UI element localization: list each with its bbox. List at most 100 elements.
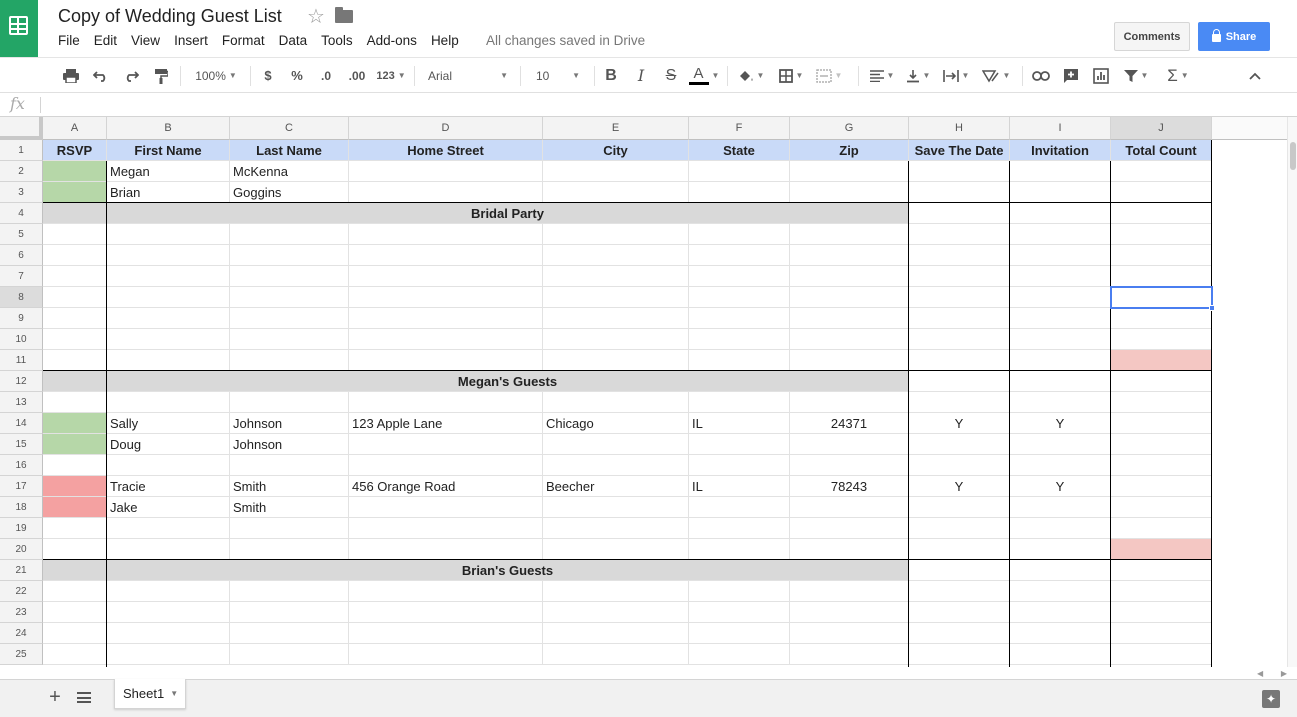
- table-cell[interactable]: [43, 287, 107, 308]
- table-cell[interactable]: [43, 434, 107, 455]
- table-cell[interactable]: [1111, 350, 1212, 371]
- table-cell[interactable]: [689, 161, 790, 182]
- row-header-25[interactable]: 25: [0, 644, 43, 665]
- column-title-i[interactable]: Invitation: [1010, 140, 1111, 161]
- table-cell[interactable]: [1111, 518, 1212, 539]
- decrease-decimal-button[interactable]: .0: [314, 58, 338, 93]
- strikethrough-button[interactable]: S: [661, 58, 681, 93]
- table-cell[interactable]: [1111, 476, 1212, 497]
- table-cell[interactable]: [689, 350, 790, 371]
- table-cell[interactable]: [43, 245, 107, 266]
- table-cell[interactable]: [909, 392, 1010, 413]
- table-cell[interactable]: [43, 476, 107, 497]
- table-cell[interactable]: [43, 497, 107, 518]
- table-cell[interactable]: [43, 308, 107, 329]
- italic-button[interactable]: I: [631, 58, 651, 93]
- table-cell[interactable]: Chicago: [543, 413, 689, 434]
- table-cell[interactable]: [790, 518, 909, 539]
- table-cell[interactable]: [1111, 602, 1212, 623]
- menu-file[interactable]: File: [58, 33, 80, 48]
- table-cell[interactable]: [543, 434, 689, 455]
- row-header-24[interactable]: 24: [0, 623, 43, 644]
- table-cell[interactable]: [543, 245, 689, 266]
- table-cell[interactable]: [909, 434, 1010, 455]
- row-header-21[interactable]: 21: [0, 560, 43, 581]
- table-cell[interactable]: [909, 308, 1010, 329]
- table-cell[interactable]: Johnson: [230, 413, 349, 434]
- row-header-19[interactable]: 19: [0, 518, 43, 539]
- insert-link-button[interactable]: [1030, 58, 1052, 93]
- column-header-a[interactable]: A: [43, 117, 107, 140]
- scrollbar-thumb[interactable]: [1290, 142, 1296, 170]
- table-cell[interactable]: [790, 224, 909, 245]
- table-cell[interactable]: Smith: [230, 476, 349, 497]
- table-cell[interactable]: [1010, 581, 1111, 602]
- table-cell[interactable]: [543, 287, 689, 308]
- menu-add-ons[interactable]: Add-ons: [367, 33, 417, 48]
- table-cell[interactable]: [1010, 560, 1111, 581]
- column-title-d[interactable]: Home Street: [349, 140, 543, 161]
- insert-comment-button[interactable]: [1060, 58, 1082, 93]
- row-header-13[interactable]: 13: [0, 392, 43, 413]
- star-icon[interactable]: ☆: [307, 4, 325, 29]
- table-cell[interactable]: [349, 392, 543, 413]
- table-cell[interactable]: [349, 245, 543, 266]
- redo-icon[interactable]: [120, 58, 142, 93]
- table-cell[interactable]: Y: [909, 413, 1010, 434]
- column-title-f[interactable]: State: [689, 140, 790, 161]
- table-cell[interactable]: [230, 245, 349, 266]
- table-cell[interactable]: Sally: [107, 413, 230, 434]
- table-cell[interactable]: [1111, 413, 1212, 434]
- table-cell[interactable]: [349, 623, 543, 644]
- borders-button[interactable]: ▼: [775, 58, 807, 93]
- scroll-left-icon[interactable]: ◀: [1257, 669, 1263, 679]
- horizontal-scroll-arrows[interactable]: ◀ ▶: [1257, 669, 1287, 679]
- zoom-select[interactable]: 100% ▼: [188, 58, 244, 93]
- row-header-7[interactable]: 7: [0, 266, 43, 287]
- table-cell[interactable]: [790, 161, 909, 182]
- row-header-1[interactable]: 1: [0, 140, 43, 161]
- column-header-d[interactable]: D: [349, 117, 543, 140]
- table-cell[interactable]: [790, 287, 909, 308]
- column-header-i[interactable]: I: [1010, 117, 1111, 140]
- formula-bar[interactable]: fx: [0, 93, 1297, 117]
- table-cell[interactable]: [349, 581, 543, 602]
- column-title-j[interactable]: Total Count: [1111, 140, 1212, 161]
- table-cell[interactable]: [1111, 161, 1212, 182]
- table-cell[interactable]: [107, 245, 230, 266]
- section-header[interactable]: Megan's Guests: [107, 371, 909, 392]
- text-rotation-button[interactable]: ▼: [978, 58, 1014, 93]
- table-cell[interactable]: [43, 623, 107, 644]
- table-cell[interactable]: 456 Orange Road: [349, 476, 543, 497]
- table-cell[interactable]: [230, 266, 349, 287]
- font-size-select[interactable]: 10 ▼: [530, 58, 586, 93]
- table-cell[interactable]: [107, 623, 230, 644]
- table-cell[interactable]: [1010, 182, 1111, 203]
- table-cell[interactable]: [1010, 434, 1111, 455]
- table-cell[interactable]: [790, 245, 909, 266]
- table-cell[interactable]: [107, 518, 230, 539]
- table-cell[interactable]: 78243: [790, 476, 909, 497]
- table-cell[interactable]: [909, 644, 1010, 665]
- table-cell[interactable]: [43, 455, 107, 476]
- section-header[interactable]: Bridal Party: [107, 203, 909, 224]
- table-cell[interactable]: [1111, 371, 1212, 392]
- table-cell[interactable]: Smith: [230, 497, 349, 518]
- row-header-2[interactable]: 2: [0, 161, 43, 182]
- select-all-corner[interactable]: [0, 117, 43, 140]
- table-cell[interactable]: [1010, 518, 1111, 539]
- table-cell[interactable]: [689, 224, 790, 245]
- table-cell[interactable]: Jake: [107, 497, 230, 518]
- table-cell[interactable]: [909, 245, 1010, 266]
- column-title-a[interactable]: RSVP: [43, 140, 107, 161]
- bold-button[interactable]: B: [601, 58, 621, 93]
- table-cell[interactable]: [107, 455, 230, 476]
- table-cell[interactable]: [1010, 455, 1111, 476]
- table-cell[interactable]: [349, 539, 543, 560]
- column-header-g[interactable]: G: [790, 117, 909, 140]
- table-cell[interactable]: [543, 623, 689, 644]
- table-cell[interactable]: [543, 329, 689, 350]
- table-cell[interactable]: [349, 287, 543, 308]
- table-cell[interactable]: [1111, 539, 1212, 560]
- table-cell[interactable]: [543, 581, 689, 602]
